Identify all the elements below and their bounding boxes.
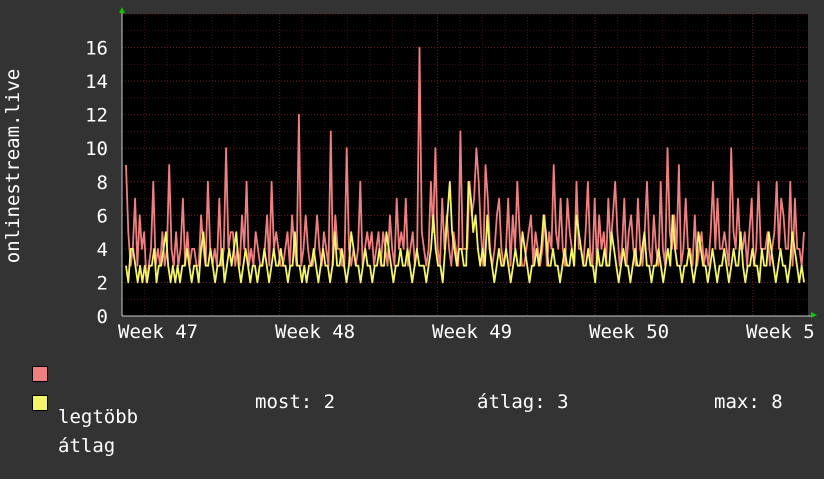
stat-now: most: 2 [255, 391, 336, 413]
y-tick-label: 6 [97, 205, 108, 227]
x-tick-label: Week 47 [118, 321, 198, 343]
x-tick-label: Week 48 [275, 321, 355, 343]
x-tick-labels: Week 47 Week 48 Week 49 Week 50 Week 5 [118, 321, 815, 343]
stat-avg: átlag: 3 [477, 391, 569, 413]
y-tick-label: 4 [97, 239, 108, 261]
y-tick-label: 16 [85, 38, 108, 60]
y-tick-label: 12 [85, 105, 108, 127]
stat-max: max: 8 [714, 391, 783, 413]
y-tick-label: 0 [97, 306, 108, 328]
y-tick-label: 8 [97, 172, 108, 194]
legend-item-avg: átlag [32, 391, 115, 457]
x-tick-label: Week 50 [589, 321, 669, 343]
chart-svg: 0246810121416 Week 47 Week 48 Week 49 Week … [2, 7, 817, 343]
y-tick-labels: 0 2 4 6 8 10 12 14 16 [85, 38, 108, 328]
legend-item-max: legtöbb [32, 362, 138, 428]
chart-stage: 0 2 4 6 8 10 12 14 16 Week 47 Week 48 Week 49 Week … [0, 0, 824, 457]
x-axis-arrow-icon [811, 312, 817, 318]
y-tick-label: 2 [97, 272, 108, 294]
y-tick-label: 14 [85, 71, 108, 93]
y-axis-arrow-icon [119, 7, 125, 13]
y-tick-label: 10 [85, 138, 108, 160]
y-axis-label: onlinestream.live [2, 69, 24, 263]
x-tick-label: Week 49 [432, 321, 512, 343]
legend-swatch-max [32, 366, 48, 382]
legend-swatch-avg [32, 395, 48, 411]
legend-label-avg: átlag [58, 435, 116, 457]
x-tick-label: Week 5 [746, 321, 815, 343]
